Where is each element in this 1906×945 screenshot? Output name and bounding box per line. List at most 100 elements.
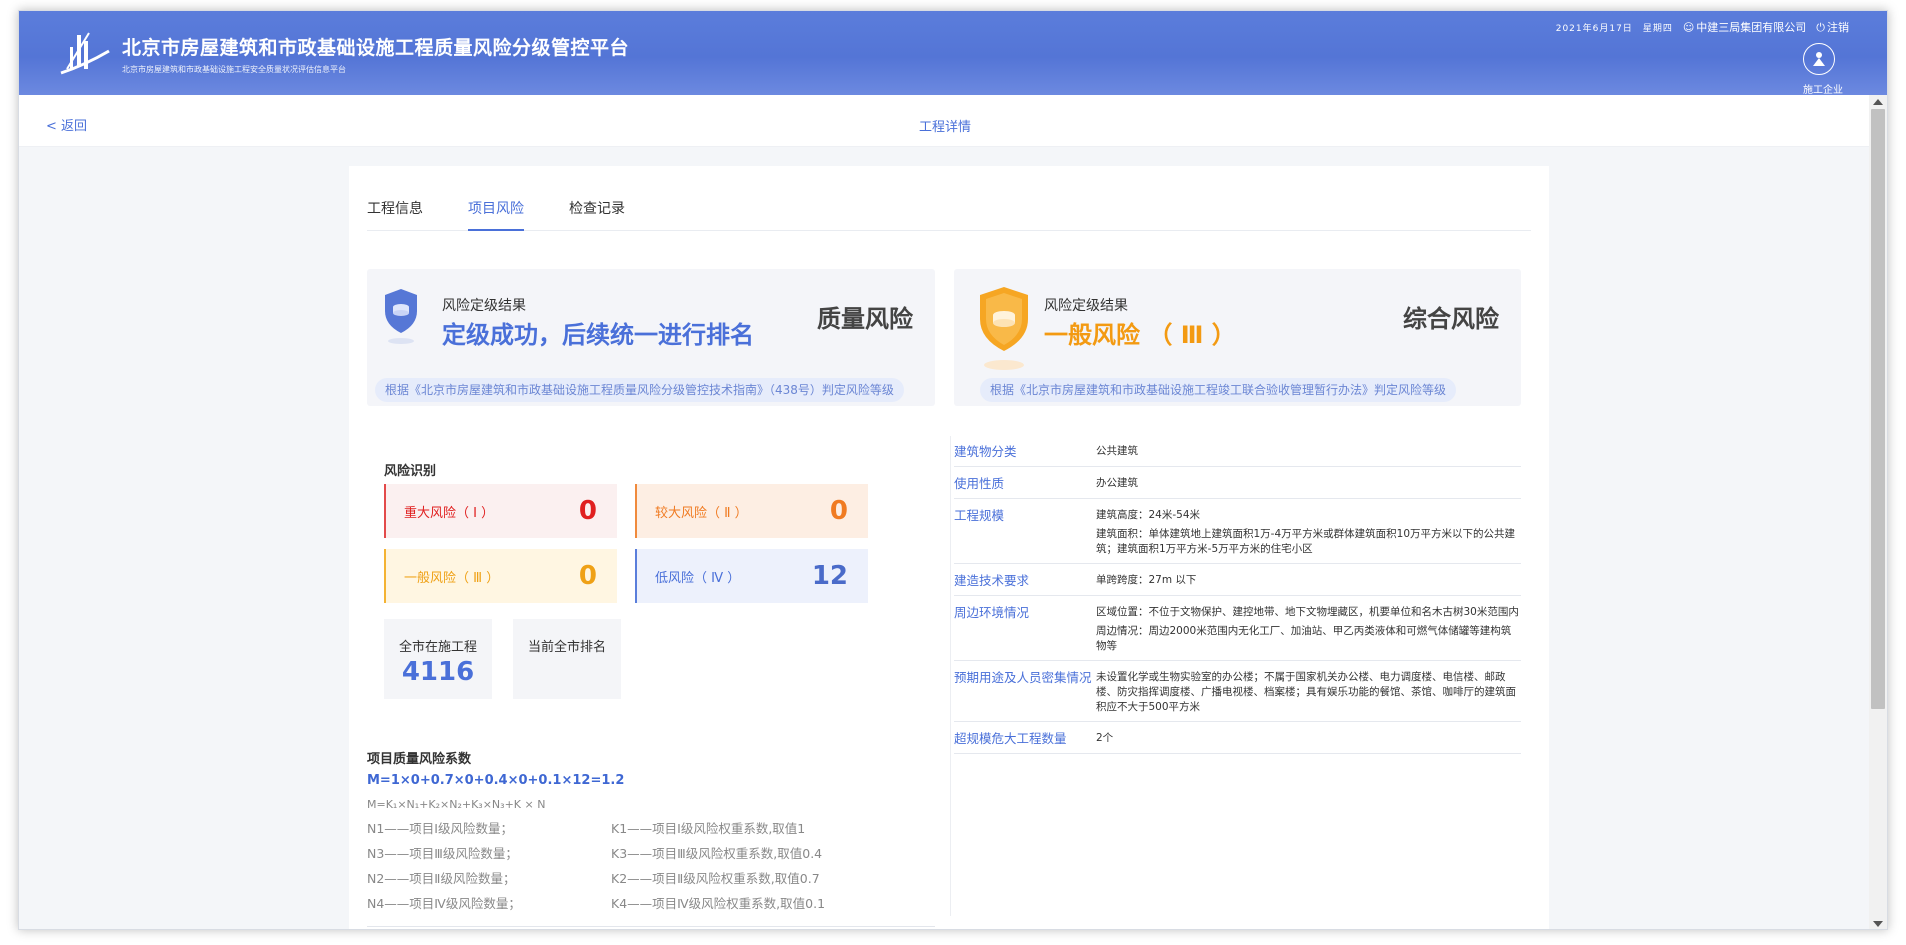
- overall-risk-result: 风险定级结果 一般风险 （ Ⅲ ） 综合风险 根据《北京市房屋建筑和市政基础设施…: [954, 269, 1521, 406]
- property-key: 使用性质: [954, 476, 1005, 491]
- overall-risk-type: 综合风险: [1403, 305, 1499, 333]
- property-value: 单跨跨度：27m 以下: [1096, 573, 1521, 589]
- scroll-down-icon[interactable]: [1873, 921, 1883, 927]
- property-row: 建筑物分类 公共建筑: [954, 435, 1521, 467]
- property-row: 超规模危大工程数量 2个: [954, 722, 1521, 754]
- quality-result-label: 风险定级结果: [442, 298, 526, 314]
- property-text: 建筑面积：单体建筑地上建筑面积1万-4万平方米或群体建筑面积10万平方米以下的公…: [1096, 528, 1516, 555]
- header-user-bar: 2021年6月17日 星期四 ☺ 中建三局集团有限公司 ⏻ 注销: [1556, 19, 1849, 35]
- role-label: 施工企业: [1803, 85, 1843, 96]
- overall-result-label: 风险定级结果: [1044, 298, 1128, 314]
- quality-result-value: 定级成功，后续统一进行排名: [442, 321, 754, 349]
- general-risk-count: 0: [578, 561, 597, 591]
- column-divider: [950, 436, 951, 916]
- property-row: 建造技术要求 单跨跨度：27m 以下: [954, 564, 1521, 596]
- role-button[interactable]: [1803, 43, 1835, 75]
- sub-navigation: < 返回 工程详情: [19, 95, 1871, 147]
- property-text: 办公建筑: [1096, 477, 1138, 489]
- current-date: 2021年6月17日: [1555, 23, 1633, 34]
- scroll-thumb[interactable]: [1871, 109, 1885, 709]
- property-text: 建筑高度：24米-54米: [1096, 509, 1201, 521]
- coefficient-formula: M=1×0+0.7×0+0.4×0+0.1×12=1.2: [367, 773, 625, 788]
- property-key: 工程规模: [954, 508, 1005, 523]
- property-key: 建造技术要求: [954, 573, 1030, 588]
- city-rank-label: 当前全市排名: [527, 640, 606, 655]
- low-risk-cell: 低风险（ Ⅳ ） 12: [635, 549, 868, 603]
- project-properties: 建筑物分类 公共建筑 使用性质 办公建筑 工程规模 建筑高度：24米-54米 建…: [954, 435, 1521, 754]
- project-detail-card: 工程信息 项目风险 检查记录 风险定级结果 定级成功，后续统一进行排名 质量风险…: [349, 166, 1549, 929]
- property-value: 办公建筑: [1096, 476, 1521, 492]
- property-value: 2个: [1096, 731, 1521, 747]
- property-text: 2个: [1096, 732, 1114, 744]
- user-name: 中建三局集团有限公司: [1696, 21, 1807, 34]
- page-title: 工程详情: [918, 120, 971, 135]
- property-key: 预期用途及人员密集情况: [954, 670, 1092, 685]
- significant-risk-count: 0: [829, 496, 848, 526]
- logout-link[interactable]: ⏻ 注销: [1816, 19, 1849, 35]
- platform-logo: [60, 32, 110, 75]
- overall-result-value: 一般风险 （ Ⅲ ）: [1044, 321, 1236, 349]
- user-icon: ☺: [1682, 21, 1695, 34]
- overall-result-note: 根据《北京市房屋建筑和市政基础设施工程竣工联合验收管理暂行办法》判定风险等级: [980, 378, 1457, 402]
- blue-shield-icon: [385, 289, 417, 344]
- property-row: 使用性质 办公建筑: [954, 467, 1521, 499]
- legend-n2: N2——项目Ⅱ级风险数量；: [367, 871, 516, 886]
- property-text: 未设置化学或生物实验室的办公楼；不属于国家机关办公楼、电力调度楼、电信楼、邮政楼…: [1096, 671, 1516, 713]
- city-projects-stat: 全市在施工程 4116: [384, 619, 492, 699]
- quality-risk-result: 风险定级结果 定级成功，后续统一进行排名 质量风险 根据《北京市房屋建筑和市政基…: [367, 269, 935, 406]
- legend-n1: N1——项目Ⅰ级风险数量；: [367, 821, 513, 836]
- tab-project-info[interactable]: 工程信息: [367, 199, 423, 231]
- major-risk-label: 重大风险（ Ⅰ ）: [404, 505, 495, 521]
- city-rank-stat: 当前全市排名: [513, 619, 621, 699]
- property-value: 未设置化学或生物实验室的办公楼；不属于国家机关办公楼、电力调度楼、电信楼、邮政楼…: [1096, 670, 1521, 715]
- property-value: 建筑高度：24米-54米 建筑面积：单体建筑地上建筑面积1万-4万平方米或群体建…: [1096, 508, 1521, 557]
- property-value: 公共建筑: [1096, 444, 1521, 460]
- vertical-scrollbar[interactable]: [1869, 95, 1887, 929]
- property-value: 区域位置：不位于文物保护、建控地带、地下文物埋藏区，机要单位和名木古树30米范围…: [1096, 605, 1521, 654]
- property-row: 周边环境情况 区域位置：不位于文物保护、建控地带、地下文物埋藏区，机要单位和名木…: [954, 596, 1521, 661]
- property-text: 周边情况：周边2000米范围内无化工厂、加油站、甲乙丙类液体和可燃气体储罐等建构…: [1096, 625, 1512, 652]
- legend-n3: N3——项目Ⅲ级风险数量；: [367, 846, 518, 861]
- construction-worker-icon: [1813, 52, 1825, 66]
- general-risk-label: 一般风险（ Ⅲ ）: [404, 570, 500, 586]
- legend-k3: K3——项目Ⅲ级风险权重系数,取值0.4: [611, 846, 823, 861]
- coefficient-title: 项目质量风险系数: [367, 752, 472, 767]
- significant-risk-label: 较大风险（ Ⅱ ）: [655, 505, 748, 521]
- detail-tabs: 工程信息 项目风险 检查记录: [367, 199, 1531, 231]
- power-icon: ⏻: [1816, 21, 1825, 34]
- platform-title: 北京市房屋建筑和市政基础设施工程质量风险分级管控平台: [122, 37, 630, 59]
- property-row: 工程规模 建筑高度：24米-54米 建筑面积：单体建筑地上建筑面积1万-4万平方…: [954, 499, 1521, 564]
- property-text: 公共建筑: [1096, 445, 1138, 457]
- tab-project-risk[interactable]: 项目风险: [468, 199, 524, 231]
- major-risk-count: 0: [578, 496, 597, 526]
- risk-identification-title: 风险识别: [384, 464, 437, 479]
- property-text: 区域位置：不位于文物保护、建控地带、地下文物埋藏区，机要单位和名木古树30米范围…: [1096, 606, 1519, 618]
- property-key: 超规模危大工程数量: [954, 731, 1067, 746]
- low-risk-label: 低风险（ Ⅳ ）: [655, 570, 741, 586]
- low-risk-count: 12: [811, 561, 848, 591]
- scroll-up-icon[interactable]: [1873, 99, 1883, 105]
- platform-subtitle: 北京市房屋建筑和市政基础设施工程安全质量状况评估信息平台: [122, 65, 346, 74]
- current-weekday: 星期四: [1642, 23, 1673, 34]
- legend-n4: N4——项目Ⅳ级风险数量；: [367, 896, 521, 911]
- logout-label: 注销: [1827, 21, 1849, 34]
- property-key: 建筑物分类: [954, 444, 1017, 459]
- major-risk-cell: 重大风险（ Ⅰ ） 0: [384, 484, 617, 538]
- significant-risk-cell: 较大风险（ Ⅱ ） 0: [635, 484, 868, 538]
- legend-k1: K1——项目Ⅰ级风险权重系数,取值1: [611, 821, 806, 836]
- legend-k2: K2——项目Ⅱ级风险权重系数,取值0.7: [611, 871, 820, 886]
- general-risk-cell: 一般风险（ Ⅲ ） 0: [384, 549, 617, 603]
- browser-frame: 北京市房屋建筑和市政基础设施工程质量风险分级管控平台 北京市房屋建筑和市政基础设…: [18, 10, 1888, 930]
- tab-inspection-records[interactable]: 检查记录: [569, 199, 625, 231]
- orange-shield-icon: [980, 287, 1028, 370]
- app-header: 北京市房屋建筑和市政基础设施工程质量风险分级管控平台 北京市房屋建筑和市政基础设…: [19, 11, 1887, 96]
- property-text: 单跨跨度：27m 以下: [1096, 574, 1197, 586]
- legend-k4: K4——项目Ⅳ级风险权重系数,取值0.1: [611, 896, 826, 911]
- section-divider: [367, 926, 935, 927]
- user-menu[interactable]: ☺ 中建三局集团有限公司: [1683, 19, 1806, 35]
- city-projects-value: 4116: [401, 657, 475, 687]
- city-projects-label: 全市在施工程: [398, 640, 477, 655]
- property-key: 周边环境情况: [954, 605, 1030, 620]
- quality-risk-type: 质量风险: [817, 305, 913, 333]
- coefficient-general-formula: M=K₁×N₁+K₂×N₂+K₃×N₃+K × N: [367, 798, 546, 811]
